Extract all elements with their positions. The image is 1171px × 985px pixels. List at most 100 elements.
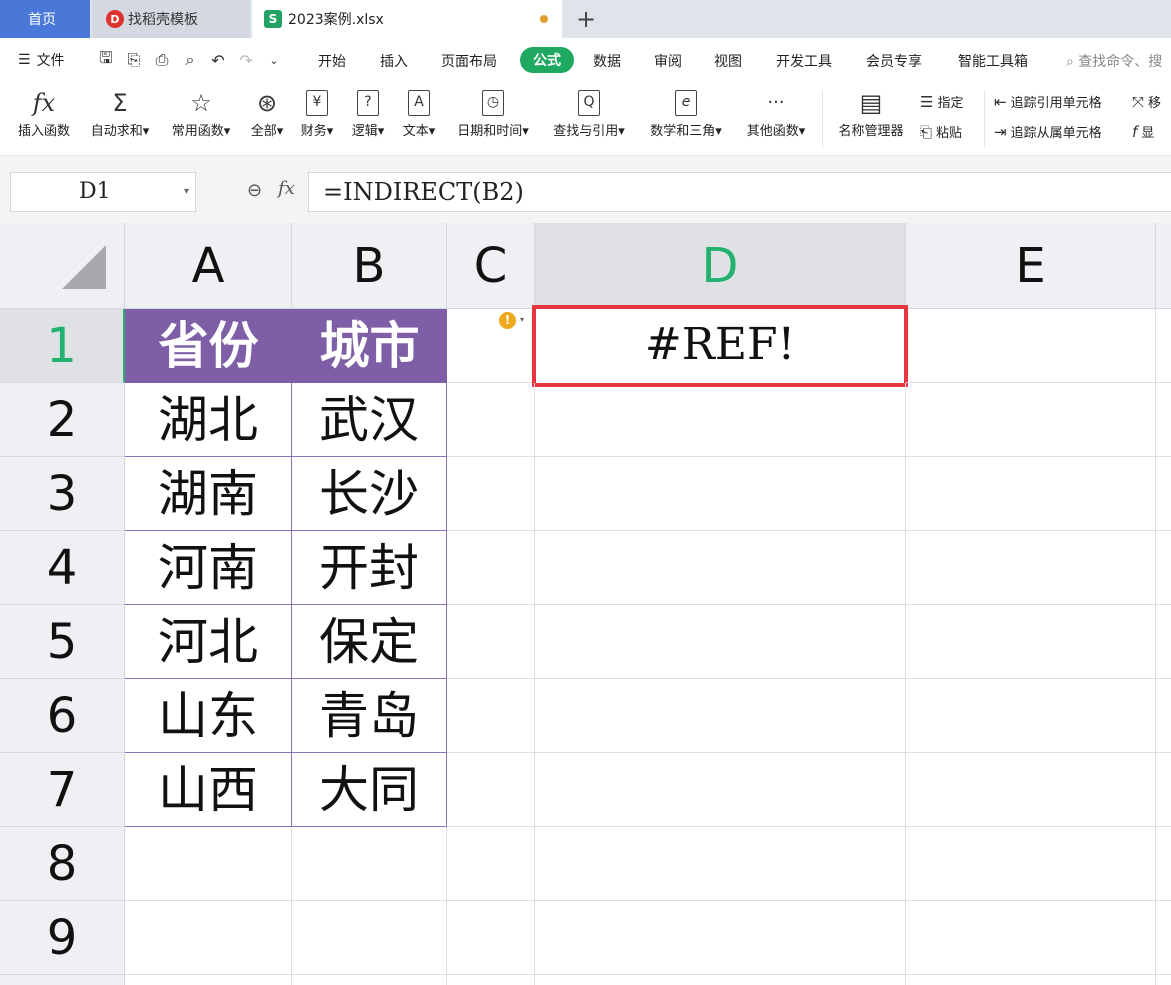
row-header-4[interactable]: 4: [0, 531, 125, 605]
paste-names-button[interactable]: ⎗ 粘贴: [920, 122, 962, 142]
error-warning-icon[interactable]: !: [499, 312, 516, 329]
cell-c7[interactable]: [447, 753, 535, 827]
math-trig-button[interactable]: e 数学和三角▾: [643, 86, 729, 139]
row-header-3[interactable]: 3: [0, 457, 125, 531]
export-icon[interactable]: ⎘: [124, 50, 144, 70]
name-box[interactable]: D1 ▾: [10, 172, 196, 212]
financial-button[interactable]: ¥ 财务▾: [296, 86, 338, 139]
row-header-5[interactable]: 5: [0, 605, 125, 679]
cell-a8[interactable]: [125, 827, 292, 901]
cell-b7[interactable]: 大同: [292, 753, 447, 827]
menu-formulas[interactable]: 公式: [520, 47, 574, 73]
more-chevron-icon[interactable]: ⌄: [264, 50, 284, 70]
autosum-button[interactable]: Σ 自动求和▾: [84, 86, 156, 139]
command-search[interactable]: ⌕ 查找命令、搜: [1066, 51, 1162, 71]
menu-insert[interactable]: 插入: [380, 51, 408, 71]
cell-e10[interactable]: [906, 975, 1156, 985]
tab-template[interactable]: D 找稻壳模板: [92, 0, 250, 38]
cell-a7[interactable]: 山西: [125, 753, 292, 827]
menu-smart-toolbox[interactable]: 智能工具箱: [958, 51, 1028, 71]
column-header-f[interactable]: [1156, 223, 1171, 309]
cell-a6[interactable]: 山东: [125, 679, 292, 753]
menu-developer[interactable]: 开发工具: [776, 51, 832, 71]
row-header-9[interactable]: 9: [0, 901, 125, 975]
cell-b5[interactable]: 保定: [292, 605, 447, 679]
cell-c8[interactable]: [447, 827, 535, 901]
save-icon[interactable]: 🖫: [96, 48, 116, 70]
cell-c10[interactable]: [447, 975, 535, 985]
cell-d6[interactable]: [535, 679, 906, 753]
warning-dropdown-icon[interactable]: ▾: [520, 315, 524, 324]
cell-d4[interactable]: [535, 531, 906, 605]
cell-e7[interactable]: [906, 753, 1156, 827]
cell-d3[interactable]: [535, 457, 906, 531]
cell-b1[interactable]: 城市: [292, 309, 447, 383]
cell-e3[interactable]: [906, 457, 1156, 531]
cell-f1[interactable]: [1156, 309, 1171, 383]
menu-review[interactable]: 审阅: [654, 51, 682, 71]
logical-button[interactable]: ? 逻辑▾: [347, 86, 389, 139]
cell-b4[interactable]: 开封: [292, 531, 447, 605]
lookup-reference-button[interactable]: Q 查找与引用▾: [546, 86, 632, 139]
cell-d8[interactable]: [535, 827, 906, 901]
zoom-formula-icon[interactable]: ⊖: [247, 180, 262, 201]
cell-c9[interactable]: [447, 901, 535, 975]
tab-file[interactable]: S 2023案例.xlsx: [252, 0, 562, 38]
cell-b6[interactable]: 青岛: [292, 679, 447, 753]
cell-d10[interactable]: [535, 975, 906, 985]
redo-icon[interactable]: ↷: [236, 50, 256, 70]
cell-e8[interactable]: [906, 827, 1156, 901]
cell-c2[interactable]: [447, 383, 535, 457]
trace-dependents-button[interactable]: ⇥ 追踪从属单元格: [994, 122, 1102, 142]
row-header-8[interactable]: 8: [0, 827, 125, 901]
cell-e4[interactable]: [906, 531, 1156, 605]
column-header-d[interactable]: D: [535, 223, 906, 309]
cell-d2[interactable]: [535, 383, 906, 457]
print-preview-icon[interactable]: ⌕: [180, 50, 200, 70]
row-header-2[interactable]: 2: [0, 383, 125, 457]
menu-membership[interactable]: 会员专享: [866, 51, 922, 71]
all-functions-button[interactable]: ⊛ 全部▾: [246, 86, 288, 139]
cell-a2[interactable]: 湖北: [125, 383, 292, 457]
undo-icon[interactable]: ↶: [208, 50, 228, 70]
menu-page-layout[interactable]: 页面布局: [441, 51, 497, 71]
row-header-6[interactable]: 6: [0, 679, 125, 753]
cell-f7[interactable]: [1156, 753, 1171, 827]
cell-c6[interactable]: [447, 679, 535, 753]
select-all-corner[interactable]: [0, 223, 125, 309]
menu-file[interactable]: ☰ 文件: [18, 50, 65, 70]
cell-f2[interactable]: [1156, 383, 1171, 457]
menu-data[interactable]: 数据: [593, 51, 621, 71]
cell-b2[interactable]: 武汉: [292, 383, 447, 457]
remove-arrows-button[interactable]: ⤧ 移: [1132, 92, 1161, 112]
cell-f9[interactable]: [1156, 901, 1171, 975]
cell-a3[interactable]: 湖南: [125, 457, 292, 531]
cell-f3[interactable]: [1156, 457, 1171, 531]
cell-c4[interactable]: [447, 531, 535, 605]
cell-e5[interactable]: [906, 605, 1156, 679]
cell-e6[interactable]: [906, 679, 1156, 753]
formula-input[interactable]: =INDIRECT(B2): [308, 172, 1171, 212]
cell-a9[interactable]: [125, 901, 292, 975]
cell-d7[interactable]: [535, 753, 906, 827]
tab-home[interactable]: 首页: [0, 0, 90, 38]
text-button[interactable]: A 文本▾: [398, 86, 440, 139]
cell-b8[interactable]: [292, 827, 447, 901]
column-header-a[interactable]: A: [125, 223, 292, 309]
column-header-b[interactable]: B: [292, 223, 447, 309]
cell-c3[interactable]: [447, 457, 535, 531]
other-functions-button[interactable]: ··· 其他函数▾: [740, 86, 812, 139]
cell-f8[interactable]: [1156, 827, 1171, 901]
fx-icon[interactable]: fx: [278, 178, 295, 199]
new-tab-button[interactable]: +: [574, 0, 598, 38]
common-functions-button[interactable]: ☆ 常用函数▾: [165, 86, 237, 139]
column-header-e[interactable]: E: [906, 223, 1156, 309]
cell-d5[interactable]: [535, 605, 906, 679]
chevron-down-icon[interactable]: ▾: [184, 173, 189, 211]
cell-f4[interactable]: [1156, 531, 1171, 605]
show-formulas-button[interactable]: f 显: [1132, 122, 1154, 142]
cell-e2[interactable]: [906, 383, 1156, 457]
cell-e1[interactable]: [906, 309, 1156, 383]
cell-b3[interactable]: 长沙: [292, 457, 447, 531]
cell-d1[interactable]: #REF!: [532, 305, 908, 387]
